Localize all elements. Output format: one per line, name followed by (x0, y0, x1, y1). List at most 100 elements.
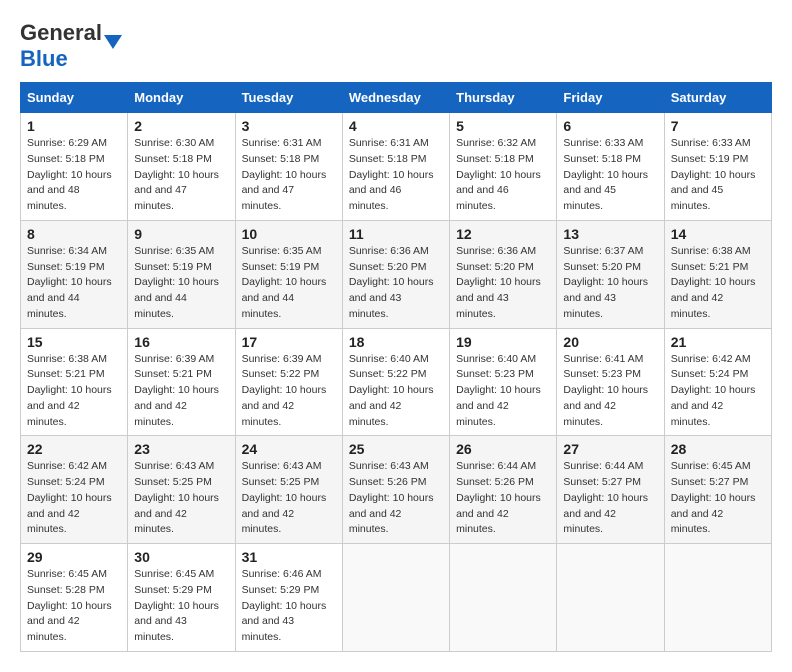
day-info: Sunrise: 6:36 AM Sunset: 5:20 PM Dayligh… (349, 244, 443, 323)
day-cell: 19 Sunrise: 6:40 AM Sunset: 5:23 PM Dayl… (450, 328, 557, 436)
day-info: Sunrise: 6:35 AM Sunset: 5:19 PM Dayligh… (134, 244, 228, 323)
day-cell: 20 Sunrise: 6:41 AM Sunset: 5:23 PM Dayl… (557, 328, 664, 436)
logo: General Blue (20, 20, 102, 72)
day-number: 28 (671, 441, 765, 457)
week-row-2: 8 Sunrise: 6:34 AM Sunset: 5:19 PM Dayli… (21, 220, 772, 328)
day-info: Sunrise: 6:44 AM Sunset: 5:27 PM Dayligh… (563, 459, 657, 538)
day-number: 9 (134, 226, 228, 242)
day-info: Sunrise: 6:30 AM Sunset: 5:18 PM Dayligh… (134, 136, 228, 215)
day-number: 24 (242, 441, 336, 457)
day-number: 20 (563, 334, 657, 350)
day-cell: 28 Sunrise: 6:45 AM Sunset: 5:27 PM Dayl… (664, 436, 771, 544)
day-cell: 1 Sunrise: 6:29 AM Sunset: 5:18 PM Dayli… (21, 113, 128, 221)
day-cell: 22 Sunrise: 6:42 AM Sunset: 5:24 PM Dayl… (21, 436, 128, 544)
day-cell (664, 544, 771, 652)
day-cell: 27 Sunrise: 6:44 AM Sunset: 5:27 PM Dayl… (557, 436, 664, 544)
week-row-1: 1 Sunrise: 6:29 AM Sunset: 5:18 PM Dayli… (21, 113, 772, 221)
day-number: 29 (27, 549, 121, 565)
day-number: 17 (242, 334, 336, 350)
day-number: 21 (671, 334, 765, 350)
day-info: Sunrise: 6:44 AM Sunset: 5:26 PM Dayligh… (456, 459, 550, 538)
day-info: Sunrise: 6:29 AM Sunset: 5:18 PM Dayligh… (27, 136, 121, 215)
day-info: Sunrise: 6:38 AM Sunset: 5:21 PM Dayligh… (27, 352, 121, 431)
week-row-3: 15 Sunrise: 6:38 AM Sunset: 5:21 PM Dayl… (21, 328, 772, 436)
calendar-table: SundayMondayTuesdayWednesdayThursdayFrid… (20, 82, 772, 652)
logo-general: General (20, 20, 102, 46)
day-cell: 29 Sunrise: 6:45 AM Sunset: 5:28 PM Dayl… (21, 544, 128, 652)
day-cell: 6 Sunrise: 6:33 AM Sunset: 5:18 PM Dayli… (557, 113, 664, 221)
header-wednesday: Wednesday (342, 83, 449, 113)
day-cell (557, 544, 664, 652)
header-row: SundayMondayTuesdayWednesdayThursdayFrid… (21, 83, 772, 113)
day-info: Sunrise: 6:33 AM Sunset: 5:18 PM Dayligh… (563, 136, 657, 215)
day-info: Sunrise: 6:42 AM Sunset: 5:24 PM Dayligh… (27, 459, 121, 538)
day-cell: 12 Sunrise: 6:36 AM Sunset: 5:20 PM Dayl… (450, 220, 557, 328)
logo-blue: Blue (20, 46, 68, 71)
day-info: Sunrise: 6:34 AM Sunset: 5:19 PM Dayligh… (27, 244, 121, 323)
day-info: Sunrise: 6:45 AM Sunset: 5:28 PM Dayligh… (27, 567, 121, 646)
day-info: Sunrise: 6:38 AM Sunset: 5:21 PM Dayligh… (671, 244, 765, 323)
day-number: 8 (27, 226, 121, 242)
day-number: 23 (134, 441, 228, 457)
day-cell: 16 Sunrise: 6:39 AM Sunset: 5:21 PM Dayl… (128, 328, 235, 436)
day-info: Sunrise: 6:45 AM Sunset: 5:29 PM Dayligh… (134, 567, 228, 646)
day-cell: 2 Sunrise: 6:30 AM Sunset: 5:18 PM Dayli… (128, 113, 235, 221)
day-number: 15 (27, 334, 121, 350)
day-cell: 10 Sunrise: 6:35 AM Sunset: 5:19 PM Dayl… (235, 220, 342, 328)
day-cell: 26 Sunrise: 6:44 AM Sunset: 5:26 PM Dayl… (450, 436, 557, 544)
day-info: Sunrise: 6:33 AM Sunset: 5:19 PM Dayligh… (671, 136, 765, 215)
day-cell: 25 Sunrise: 6:43 AM Sunset: 5:26 PM Dayl… (342, 436, 449, 544)
day-info: Sunrise: 6:35 AM Sunset: 5:19 PM Dayligh… (242, 244, 336, 323)
day-number: 25 (349, 441, 443, 457)
day-number: 14 (671, 226, 765, 242)
day-info: Sunrise: 6:40 AM Sunset: 5:23 PM Dayligh… (456, 352, 550, 431)
day-number: 16 (134, 334, 228, 350)
day-cell: 15 Sunrise: 6:38 AM Sunset: 5:21 PM Dayl… (21, 328, 128, 436)
day-info: Sunrise: 6:37 AM Sunset: 5:20 PM Dayligh… (563, 244, 657, 323)
day-cell: 13 Sunrise: 6:37 AM Sunset: 5:20 PM Dayl… (557, 220, 664, 328)
day-number: 26 (456, 441, 550, 457)
day-number: 27 (563, 441, 657, 457)
header-monday: Monday (128, 83, 235, 113)
week-row-4: 22 Sunrise: 6:42 AM Sunset: 5:24 PM Dayl… (21, 436, 772, 544)
day-cell: 4 Sunrise: 6:31 AM Sunset: 5:18 PM Dayli… (342, 113, 449, 221)
day-info: Sunrise: 6:43 AM Sunset: 5:26 PM Dayligh… (349, 459, 443, 538)
day-number: 12 (456, 226, 550, 242)
day-info: Sunrise: 6:43 AM Sunset: 5:25 PM Dayligh… (242, 459, 336, 538)
day-cell (342, 544, 449, 652)
day-number: 22 (27, 441, 121, 457)
day-number: 31 (242, 549, 336, 565)
day-cell (450, 544, 557, 652)
day-info: Sunrise: 6:39 AM Sunset: 5:22 PM Dayligh… (242, 352, 336, 431)
day-number: 1 (27, 118, 121, 134)
day-number: 18 (349, 334, 443, 350)
day-cell: 21 Sunrise: 6:42 AM Sunset: 5:24 PM Dayl… (664, 328, 771, 436)
day-info: Sunrise: 6:43 AM Sunset: 5:25 PM Dayligh… (134, 459, 228, 538)
page-header: General Blue (20, 20, 772, 72)
day-cell: 24 Sunrise: 6:43 AM Sunset: 5:25 PM Dayl… (235, 436, 342, 544)
day-cell: 11 Sunrise: 6:36 AM Sunset: 5:20 PM Dayl… (342, 220, 449, 328)
header-saturday: Saturday (664, 83, 771, 113)
day-number: 2 (134, 118, 228, 134)
day-number: 6 (563, 118, 657, 134)
day-info: Sunrise: 6:32 AM Sunset: 5:18 PM Dayligh… (456, 136, 550, 215)
day-number: 19 (456, 334, 550, 350)
day-cell: 9 Sunrise: 6:35 AM Sunset: 5:19 PM Dayli… (128, 220, 235, 328)
day-cell: 31 Sunrise: 6:46 AM Sunset: 5:29 PM Dayl… (235, 544, 342, 652)
day-info: Sunrise: 6:46 AM Sunset: 5:29 PM Dayligh… (242, 567, 336, 646)
header-sunday: Sunday (21, 83, 128, 113)
day-info: Sunrise: 6:36 AM Sunset: 5:20 PM Dayligh… (456, 244, 550, 323)
day-number: 11 (349, 226, 443, 242)
header-thursday: Thursday (450, 83, 557, 113)
day-number: 30 (134, 549, 228, 565)
day-cell: 30 Sunrise: 6:45 AM Sunset: 5:29 PM Dayl… (128, 544, 235, 652)
day-number: 4 (349, 118, 443, 134)
day-cell: 7 Sunrise: 6:33 AM Sunset: 5:19 PM Dayli… (664, 113, 771, 221)
day-number: 10 (242, 226, 336, 242)
day-number: 3 (242, 118, 336, 134)
day-cell: 17 Sunrise: 6:39 AM Sunset: 5:22 PM Dayl… (235, 328, 342, 436)
day-info: Sunrise: 6:31 AM Sunset: 5:18 PM Dayligh… (349, 136, 443, 215)
day-cell: 18 Sunrise: 6:40 AM Sunset: 5:22 PM Dayl… (342, 328, 449, 436)
week-row-5: 29 Sunrise: 6:45 AM Sunset: 5:28 PM Dayl… (21, 544, 772, 652)
day-cell: 5 Sunrise: 6:32 AM Sunset: 5:18 PM Dayli… (450, 113, 557, 221)
